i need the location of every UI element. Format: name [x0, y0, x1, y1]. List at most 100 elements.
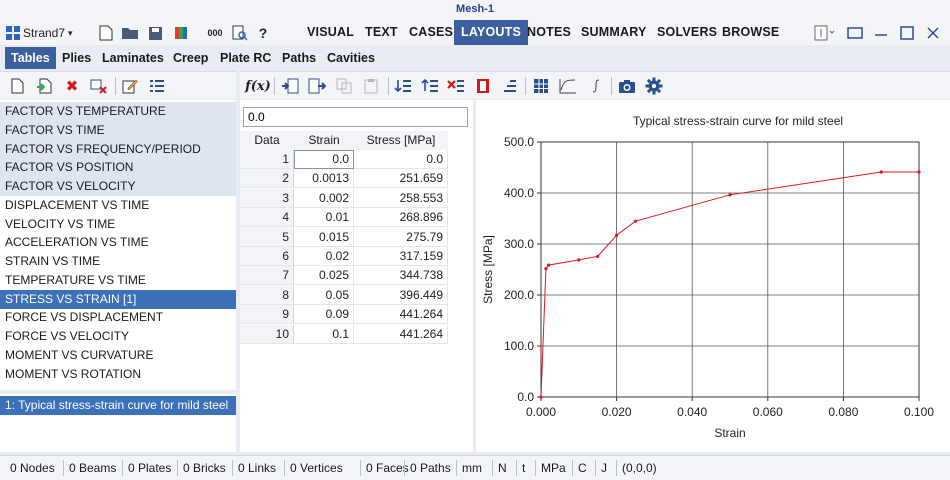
strain-cell[interactable]: 0.0013: [294, 169, 354, 189]
table-type-item[interactable]: STRESS VS STRAIN [1]: [0, 289, 236, 309]
layout-options-icon[interactable]: [814, 23, 836, 43]
table-type-item[interactable]: DISPLACEMENT VS TIME: [0, 196, 236, 215]
strain-cell[interactable]: 0.09: [294, 305, 354, 325]
sort-descending-icon[interactable]: [420, 76, 440, 96]
tab-plies[interactable]: Plies: [56, 47, 97, 69]
menu-summary[interactable]: SUMMARY: [574, 20, 654, 45]
strain-cell[interactable]: 0.025: [294, 266, 354, 286]
stress-cell[interactable]: 251.659: [354, 169, 448, 189]
strain-cell[interactable]: 0.1: [294, 324, 354, 344]
strain-cell[interactable]: 0.002: [294, 188, 354, 208]
table-type-item[interactable]: MOMENT VS ROTATION: [0, 365, 236, 384]
tab-plate-rc[interactable]: Plate RC: [214, 47, 277, 69]
x-tick-label: 0.080: [828, 405, 858, 419]
close-icon[interactable]: [922, 23, 944, 43]
menu-text[interactable]: TEXT: [358, 20, 405, 45]
y-tick-label: 200.0: [504, 288, 534, 302]
new-table-icon[interactable]: [7, 76, 27, 96]
grid-view-icon[interactable]: [531, 76, 551, 96]
tab-tables[interactable]: Tables: [5, 47, 56, 69]
stress-cell[interactable]: 441.264: [354, 305, 448, 325]
status-separator: [616, 460, 617, 476]
camera-icon[interactable]: [617, 76, 637, 96]
strain-cell[interactable]: 0.01: [294, 208, 354, 228]
stress-cell[interactable]: 0.0: [354, 150, 448, 169]
colors-icon[interactable]: [171, 23, 191, 43]
data-point: [596, 254, 600, 258]
column-header[interactable]: Data: [240, 131, 294, 150]
y-tick-label: 500.0: [504, 135, 534, 149]
table-page-icon[interactable]: [473, 76, 493, 96]
help-icon[interactable]: ?: [253, 23, 273, 43]
menu-solvers[interactable]: SOLVERS: [650, 20, 724, 45]
status-item: MPa: [541, 461, 566, 475]
restore-panel-icon[interactable]: [844, 23, 866, 43]
maximize-icon[interactable]: [896, 23, 918, 43]
settings-gear-icon[interactable]: [644, 76, 664, 96]
table-type-item[interactable]: FACTOR VS FREQUENCY/PERIOD: [0, 139, 236, 159]
menu-cases[interactable]: CASES: [402, 20, 460, 45]
inspect-icon[interactable]: [230, 23, 250, 43]
stress-cell[interactable]: 268.896: [354, 208, 448, 228]
stress-cell[interactable]: 275.79: [354, 227, 448, 247]
table-type-item[interactable]: MOMENT VS CURVATURE: [0, 346, 236, 365]
table-type-item[interactable]: FACTOR VS POSITION: [0, 158, 236, 178]
table-type-item[interactable]: FORCE VS VELOCITY: [0, 327, 236, 346]
align-icon[interactable]: [500, 76, 520, 96]
paste-rows-icon[interactable]: [361, 76, 381, 96]
status-item: 0 Beams: [69, 461, 117, 475]
sort-ascending-icon[interactable]: [393, 76, 413, 96]
delete-unused-icon[interactable]: [89, 76, 109, 96]
stress-cell[interactable]: 396.449: [354, 285, 448, 305]
tab-cavities[interactable]: Cavities: [321, 47, 381, 69]
delete-rows-icon[interactable]: [446, 76, 466, 96]
table-type-item[interactable]: FACTOR VS VELOCITY: [0, 177, 236, 196]
table-type-item[interactable]: FACTOR VS TEMPERATURE: [0, 102, 236, 121]
stress-cell[interactable]: 441.264: [354, 324, 448, 344]
tab-creep[interactable]: Creep: [167, 47, 214, 69]
table-type-item[interactable]: VELOCITY VS TIME: [0, 215, 236, 234]
new-file-icon[interactable]: [96, 23, 116, 43]
tab-laminates[interactable]: Laminates: [96, 47, 170, 69]
table-instance-item[interactable]: 1: Typical stress-strain curve for mild …: [0, 396, 236, 415]
column-header[interactable]: Stress [MPa]: [354, 131, 448, 150]
delete-table-icon[interactable]: ✖: [62, 76, 82, 96]
strain-cell[interactable]: 0.05: [294, 285, 354, 305]
list-options-icon[interactable]: [147, 76, 167, 96]
strain-cell[interactable]: 0.02: [294, 247, 354, 266]
strain-cell[interactable]: 0.0: [294, 150, 354, 169]
open-folder-icon[interactable]: [120, 23, 140, 43]
integral-icon[interactable]: [586, 76, 606, 96]
stress-cell[interactable]: 344.738: [354, 266, 448, 286]
menu-browse[interactable]: BROWSE: [715, 20, 786, 45]
table-type-item[interactable]: FACTOR VS TIME: [0, 120, 236, 140]
y-axis-label: Stress [MPa]: [481, 235, 495, 304]
table-type-item[interactable]: FORCE VS DISPLACEMENT: [0, 308, 236, 327]
menu-layouts[interactable]: LAYOUTS: [454, 20, 528, 45]
table-type-item[interactable]: ACCELERATION VS TIME: [0, 233, 236, 252]
insert-row-icon[interactable]: [280, 76, 300, 96]
tab-paths[interactable]: Paths: [276, 47, 322, 69]
numbering-icon[interactable]: 000: [205, 23, 225, 43]
table-type-item[interactable]: STRAIN VS TIME: [0, 252, 236, 271]
save-icon[interactable]: [145, 23, 165, 43]
stress-cell[interactable]: 317.159: [354, 247, 448, 266]
formula-input[interactable]: [243, 107, 468, 127]
status-separator: [516, 460, 517, 476]
column-header[interactable]: Strain: [294, 131, 354, 150]
edit-name-icon[interactable]: [120, 76, 140, 96]
status-separator: [404, 460, 405, 476]
data-point: [544, 267, 548, 271]
function-editor-icon[interactable]: f(x): [245, 76, 271, 96]
copy-rows-icon[interactable]: [334, 76, 354, 96]
table-type-item[interactable]: TEMPERATURE VS TIME: [0, 271, 236, 290]
strain-cell[interactable]: 0.015: [294, 227, 354, 247]
graph-view-icon[interactable]: [558, 76, 578, 96]
import-table-icon[interactable]: [35, 76, 55, 96]
menu-notes[interactable]: NOTES: [520, 20, 578, 45]
minimize-icon[interactable]: [870, 23, 892, 43]
append-row-icon[interactable]: [307, 76, 327, 96]
app-menu-button[interactable]: Strand7 ▾: [6, 23, 73, 43]
menu-visual[interactable]: VISUAL: [300, 20, 361, 45]
stress-cell[interactable]: 258.553: [354, 188, 448, 208]
